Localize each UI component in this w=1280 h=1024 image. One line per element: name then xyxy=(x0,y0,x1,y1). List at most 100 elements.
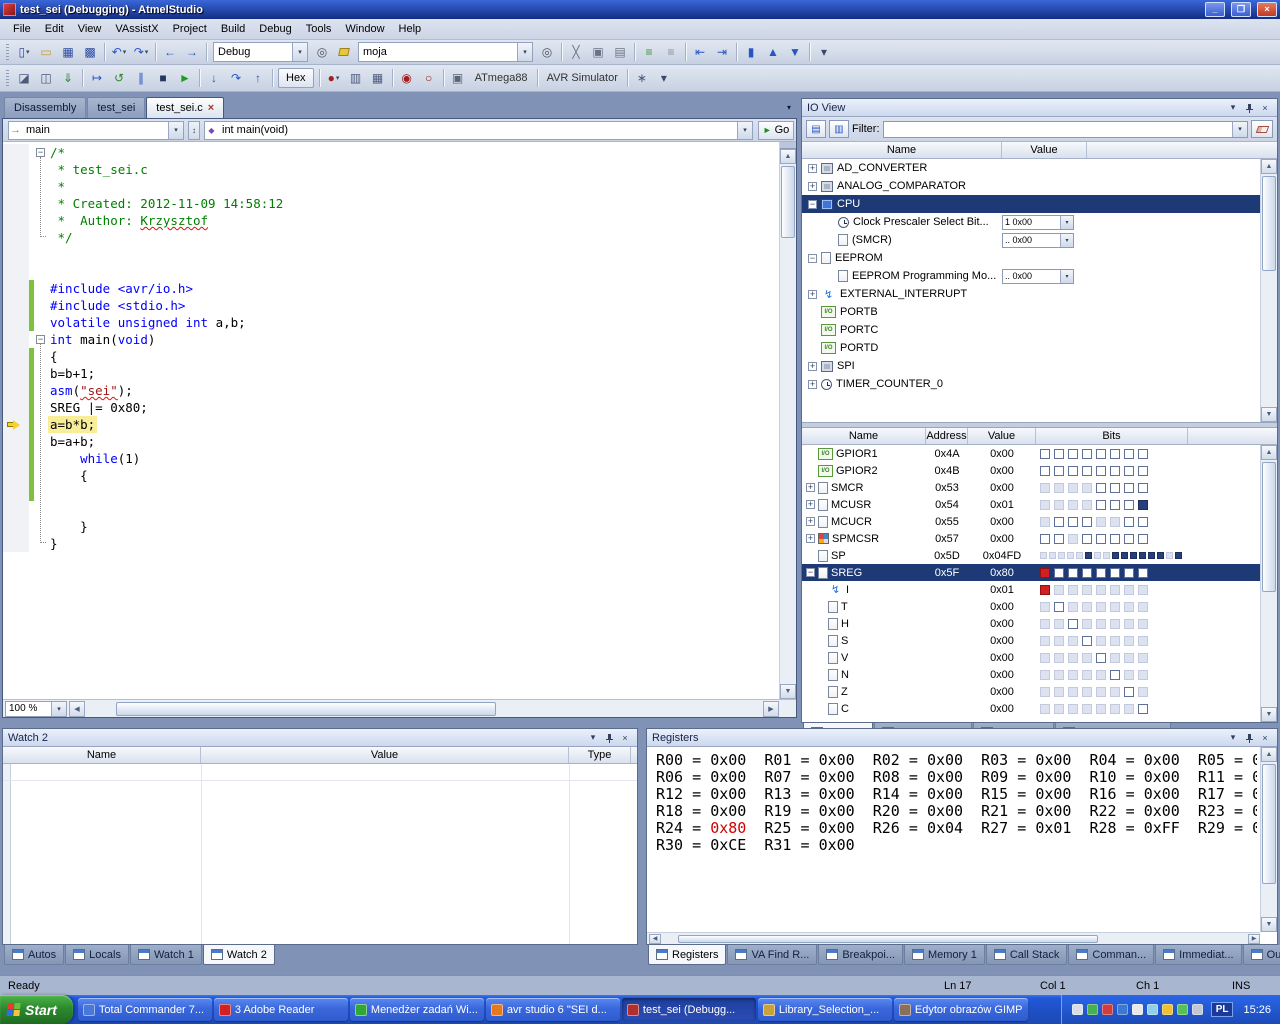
tab-locals[interactable]: Locals xyxy=(65,945,129,965)
menu-project[interactable]: Project xyxy=(166,21,214,37)
tab-watch-2[interactable]: Watch 2 xyxy=(203,945,275,965)
indicator-margin[interactable] xyxy=(3,501,29,518)
search-combo[interactable]: moja▾ xyxy=(358,42,533,62)
doc-tab-disassembly[interactable]: Disassembly xyxy=(4,97,86,118)
previous-bookmark-icon[interactable]: ▲ xyxy=(762,41,784,63)
window-position-icon[interactable]: ▾ xyxy=(1226,101,1240,114)
indicator-margin[interactable] xyxy=(3,518,29,535)
undo-icon[interactable]: ↶▾ xyxy=(108,41,130,63)
bit-6-checkbox[interactable] xyxy=(1054,636,1064,646)
bit-1-checkbox[interactable] xyxy=(1124,466,1134,476)
io-register-row-h[interactable]: H0x00 xyxy=(802,615,1260,632)
bit-5-checkbox[interactable] xyxy=(1068,534,1078,544)
bit-3-checkbox[interactable] xyxy=(1096,653,1106,663)
io-tree-item-ad-converter[interactable]: +AD_CONVERTER xyxy=(802,159,1260,177)
navigate-forward-icon[interactable]: → xyxy=(181,41,203,63)
expand-icon[interactable]: + xyxy=(806,483,815,492)
bit-2-checkbox[interactable] xyxy=(1110,704,1120,714)
column-header-name[interactable]: Name xyxy=(802,428,926,444)
scroll-thumb[interactable] xyxy=(678,935,1098,943)
bit-6-checkbox[interactable] xyxy=(1054,466,1064,476)
new-file-icon[interactable]: ▯▾ xyxy=(13,41,35,63)
indicator-margin[interactable] xyxy=(3,331,29,348)
close-tab-icon[interactable]: × xyxy=(208,103,214,114)
column-header-name[interactable]: Name xyxy=(3,747,201,763)
taskbar-button-library-selection[interactable]: Library_Selection_... xyxy=(758,998,892,1021)
bit-13-checkbox[interactable] xyxy=(1058,552,1065,559)
scroll-right-icon[interactable]: ▶ xyxy=(763,701,779,717)
bit-4-checkbox[interactable] xyxy=(1082,602,1092,612)
bit-0-checkbox[interactable] xyxy=(1138,670,1148,680)
scroll-right-icon[interactable]: ▶ xyxy=(1248,934,1260,944)
tray-icon-8[interactable] xyxy=(1177,1004,1188,1015)
find-icon[interactable]: ◎ xyxy=(536,41,558,63)
chevron-down-icon[interactable]: ▾ xyxy=(1060,216,1073,229)
memory-window-icon[interactable]: ▦ xyxy=(367,67,389,89)
menu-build[interactable]: Build xyxy=(214,21,252,37)
zoom-combo[interactable]: 100 % ▾ xyxy=(5,701,67,717)
tool-options-icon[interactable]: ∗ xyxy=(631,67,653,89)
column-divider[interactable] xyxy=(201,764,202,944)
tab-comman[interactable]: Comman... xyxy=(1068,945,1154,965)
column-header-name[interactable]: Name xyxy=(802,142,1002,158)
tray-icon-6[interactable] xyxy=(1147,1004,1158,1015)
chevron-down-icon[interactable]: ▾ xyxy=(123,48,127,56)
indicator-margin[interactable] xyxy=(3,263,29,280)
bit-9-checkbox[interactable] xyxy=(1094,552,1101,559)
code-line-13[interactable]: { xyxy=(3,348,779,365)
navigate-backward-icon[interactable]: ← xyxy=(159,41,181,63)
device-name-label[interactable]: ATmega88 xyxy=(469,72,534,84)
bit-1-checkbox[interactable] xyxy=(1124,636,1134,646)
io-tree-item-spi[interactable]: +SPI xyxy=(802,357,1260,375)
io-register-row-smcr[interactable]: +SMCR0x530x00 xyxy=(802,479,1260,496)
io-tree-item-eeprom-programming-mo[interactable]: EEPROM Programming Mo..... 0x00▾ xyxy=(802,267,1260,285)
registers-horizontal-scrollbar[interactable]: ◀ ▶ xyxy=(647,932,1260,944)
bit-2-checkbox[interactable] xyxy=(1157,552,1164,559)
indicator-margin[interactable] xyxy=(3,382,29,399)
next-bookmark-icon[interactable]: ▼ xyxy=(784,41,806,63)
redo-icon[interactable]: ↷▾ xyxy=(130,41,152,63)
maximize-button[interactable]: ❐ xyxy=(1231,2,1251,17)
bit-5-checkbox[interactable] xyxy=(1068,466,1078,476)
pin-icon[interactable] xyxy=(1242,101,1256,114)
bit-5-checkbox[interactable] xyxy=(1068,568,1078,578)
splitter-handle[interactable] xyxy=(780,142,796,149)
bit-2-checkbox[interactable] xyxy=(1110,517,1120,527)
bit-5-checkbox[interactable] xyxy=(1068,483,1078,493)
expand-icon[interactable]: + xyxy=(808,290,817,299)
indicator-margin[interactable] xyxy=(3,365,29,382)
filter-combo[interactable]: ▾ xyxy=(883,121,1249,138)
fold-margin[interactable] xyxy=(34,263,48,280)
taskbar-button-3-adobe-reader[interactable]: 3 Adobe Reader xyxy=(214,998,348,1021)
taskbar-button-edytor-obraz-w-gimp[interactable]: Edytor obrazów GIMP xyxy=(894,998,1028,1021)
tab-output[interactable]: Output xyxy=(1243,945,1280,965)
indicator-margin[interactable] xyxy=(3,399,29,416)
expand-icon[interactable]: + xyxy=(808,380,817,389)
io-tree-item-eeprom[interactable]: −EEPROM xyxy=(802,249,1260,267)
code-line-4[interactable]: * Created: 2012-11-09 14:58:12 xyxy=(3,195,779,212)
chevron-down-icon[interactable]: ▾ xyxy=(336,74,340,82)
io-register-row-gpior2[interactable]: GPIOR20x4B0x00 xyxy=(802,462,1260,479)
menu-tools[interactable]: Tools xyxy=(299,21,339,37)
bit-4-checkbox[interactable] xyxy=(1082,687,1092,697)
code-line-17[interactable]: a=b*b; xyxy=(3,416,779,433)
io-register-row-i[interactable]: I0x01 xyxy=(802,581,1260,598)
cut-icon[interactable]: ╳ xyxy=(565,41,587,63)
bit-6-checkbox[interactable] xyxy=(1054,449,1064,459)
code-line-2[interactable]: * test_sei.c xyxy=(3,161,779,178)
bookmark-icon[interactable]: ▮ xyxy=(740,41,762,63)
collapse-icon[interactable]: − xyxy=(808,254,817,263)
toolbar-grip[interactable] xyxy=(6,44,9,60)
bit-0-checkbox[interactable] xyxy=(1138,483,1148,493)
io-register-row-t[interactable]: T0x00 xyxy=(802,598,1260,615)
bit-0-checkbox[interactable] xyxy=(1138,602,1148,612)
bit-6-checkbox[interactable] xyxy=(1054,517,1064,527)
code-line-5[interactable]: * Author: Krzysztof xyxy=(3,212,779,229)
open-file-icon[interactable]: ▭ xyxy=(35,41,57,63)
taskbar-button-mened-er-zada-wi[interactable]: Menedżer zadań Wi... xyxy=(350,998,484,1021)
indicator-margin[interactable] xyxy=(3,450,29,467)
bit-4-checkbox[interactable] xyxy=(1082,619,1092,629)
column-header-value[interactable]: Value xyxy=(1002,142,1087,158)
start-button[interactable]: Start xyxy=(0,995,73,1024)
bit-4-checkbox[interactable] xyxy=(1082,483,1092,493)
